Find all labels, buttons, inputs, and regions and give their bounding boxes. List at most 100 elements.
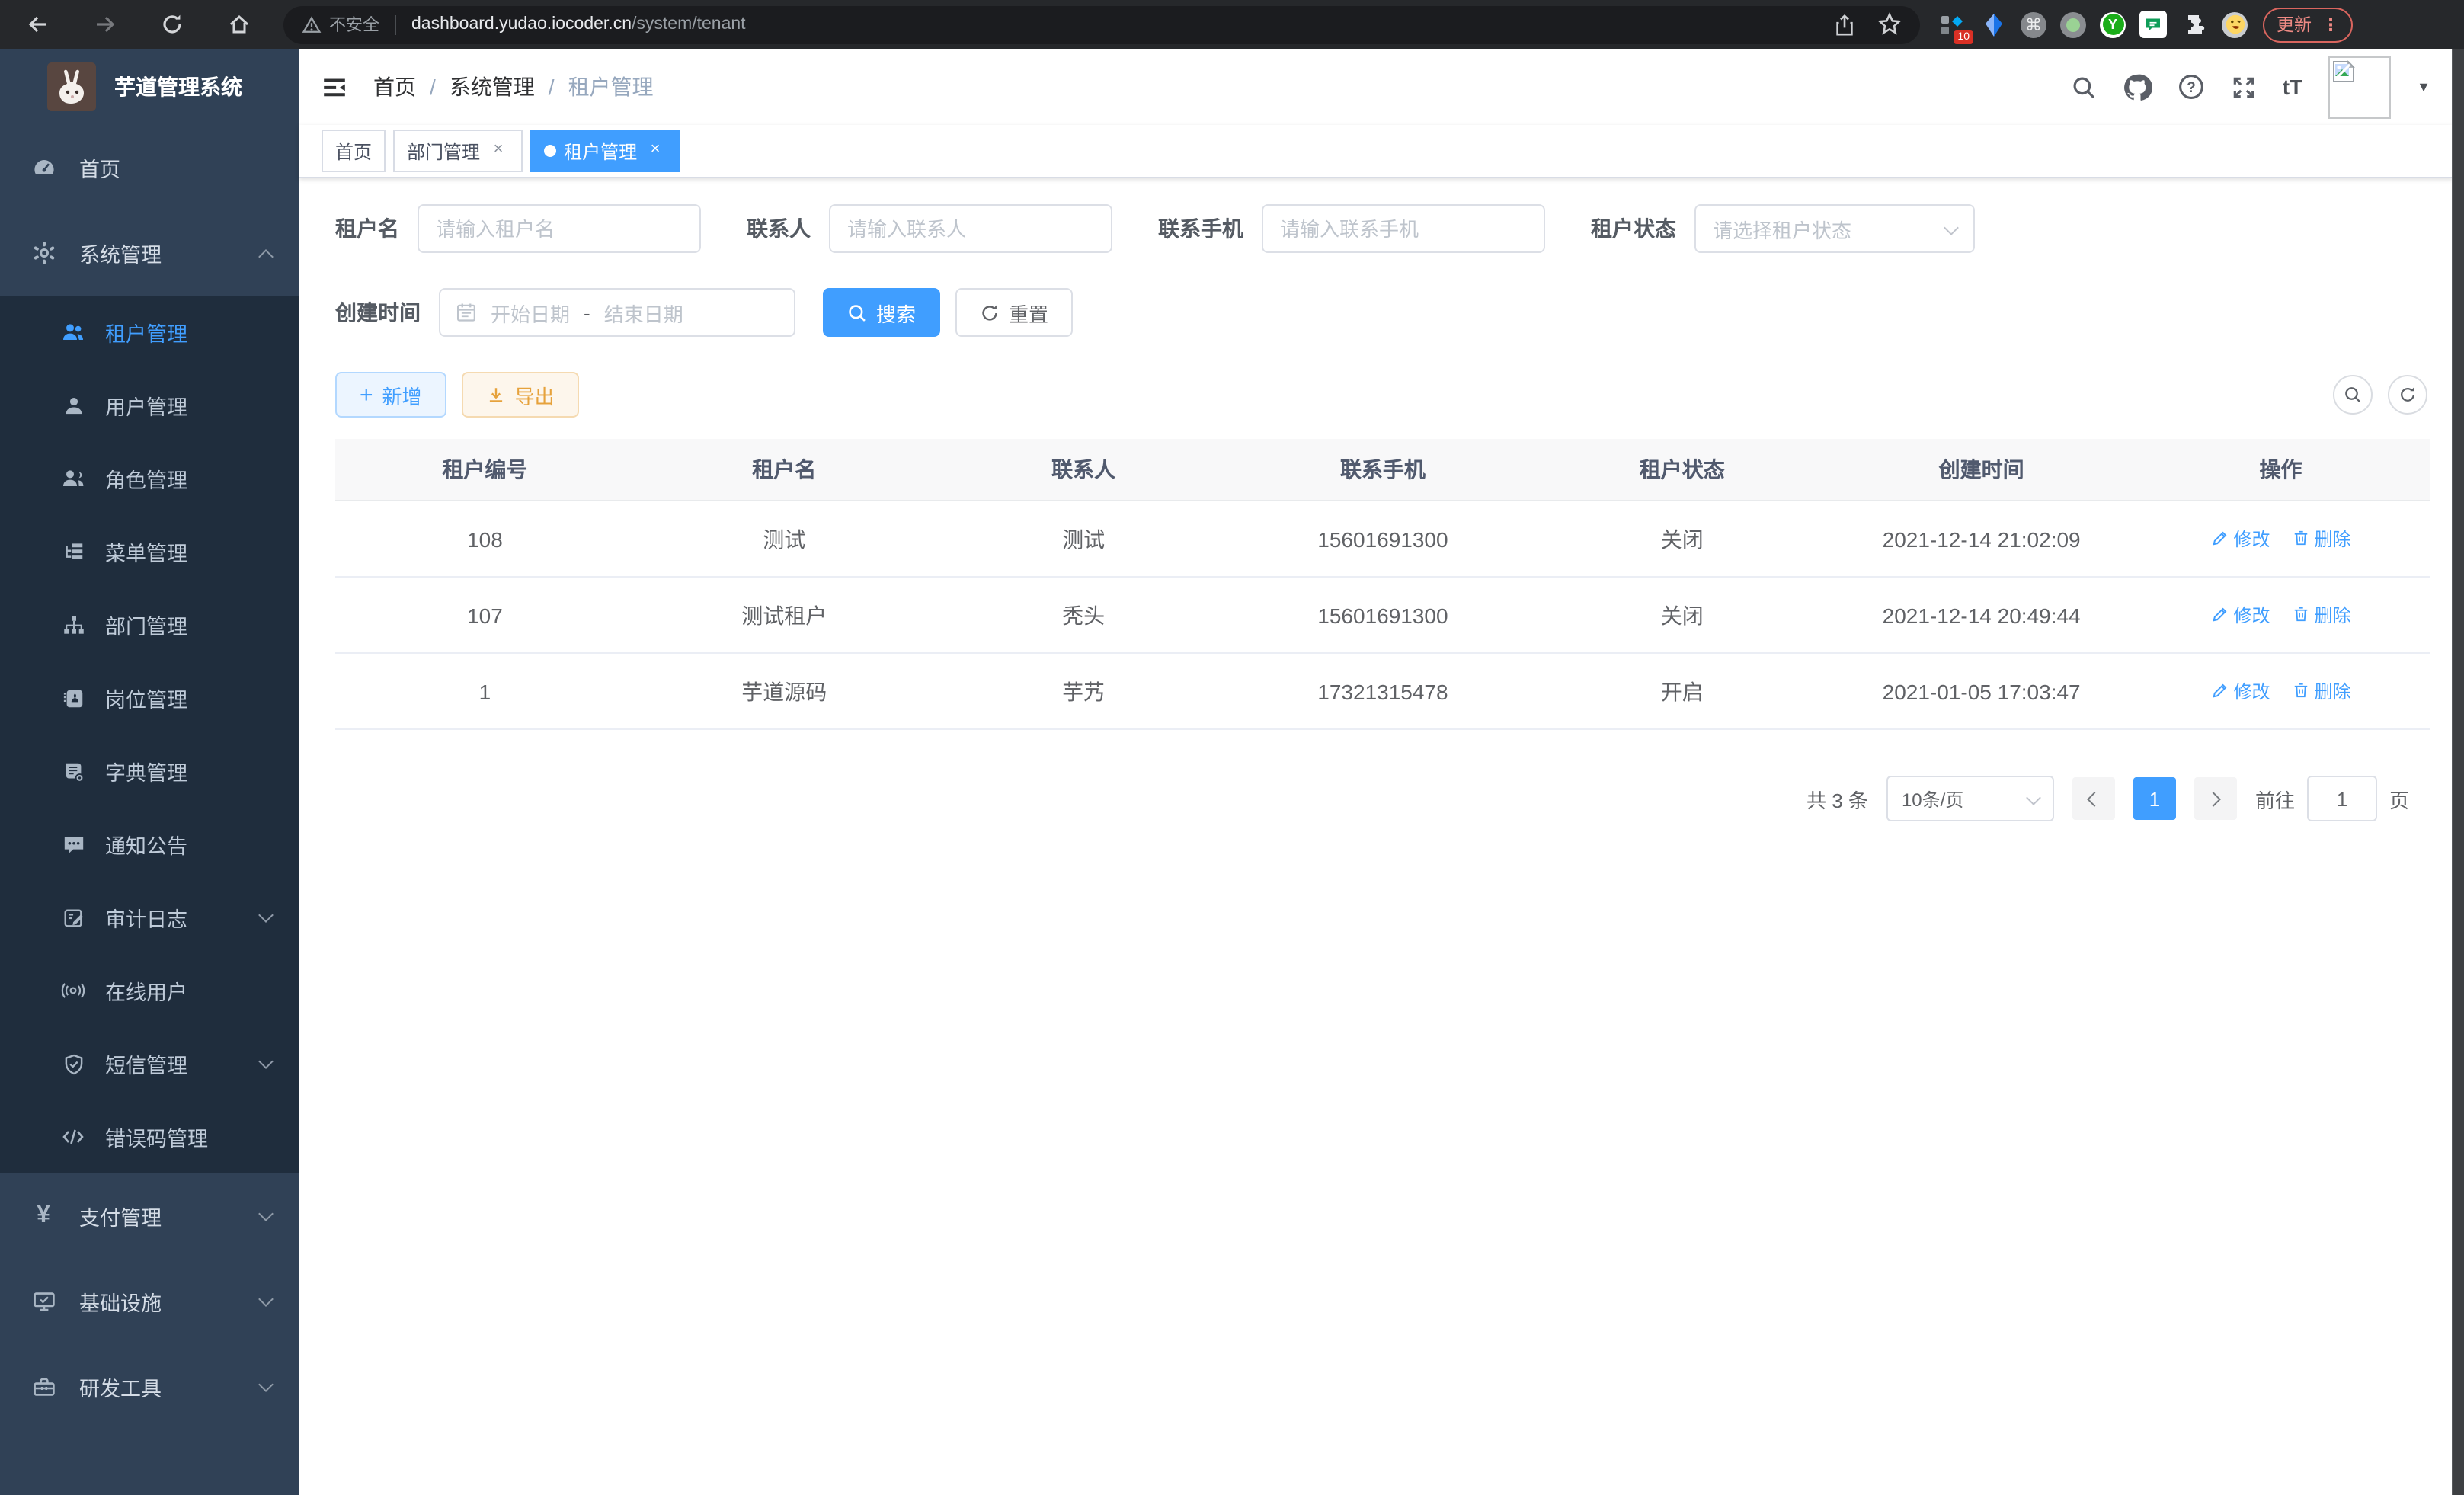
sidebar-item-menu[interactable]: 菜单管理 [0, 515, 299, 588]
browser-forward-icon[interactable] [82, 5, 128, 44]
browser-menu-kebab-icon[interactable]: ⋮ [2322, 14, 2339, 34]
sidebar-item-online-users[interactable]: 在线用户 [0, 954, 299, 1027]
delete-link[interactable]: 删除 [2292, 602, 2351, 628]
extension-badge: 10 [1954, 30, 1973, 44]
status-select[interactable]: 请选择租户状态 [1694, 204, 1975, 253]
sidebar-item-audit-log[interactable]: 审计日志 [0, 881, 299, 954]
sidebar-item-dict[interactable]: 字典管理 [0, 735, 299, 808]
sidebar-item-tenant[interactable]: 租户管理 [0, 296, 299, 369]
app-logo-row[interactable]: 芋道管理系统 [0, 49, 299, 125]
cell-contact: 测试 [934, 501, 1234, 577]
browser-back-icon[interactable] [15, 5, 61, 44]
sidebar-item-infra[interactable]: 基础设施 [0, 1259, 299, 1344]
edit-link[interactable]: 修改 [2211, 602, 2270, 628]
font-size-icon[interactable]: tT [2283, 75, 2302, 99]
extension-kite-icon[interactable] [1979, 11, 2007, 38]
delete-link[interactable]: 删除 [2292, 526, 2351, 552]
sidebar-item-dept[interactable]: 部门管理 [0, 588, 299, 661]
col-status: 租户状态 [1532, 439, 1832, 501]
mobile-input[interactable] [1262, 204, 1545, 253]
tab-home[interactable]: 首页 [322, 130, 386, 172]
refresh-icon [980, 303, 1000, 322]
add-button[interactable]: + 新增 [335, 372, 446, 418]
edit-pencil-icon [2211, 682, 2229, 700]
edit-link[interactable]: 修改 [2211, 526, 2270, 552]
tab-label: 租户管理 [564, 138, 637, 164]
warning-triangle-icon [302, 14, 322, 34]
cell-name: 芋道源码 [635, 653, 934, 729]
date-range-picker[interactable]: 开始日期 - 结束日期 [439, 288, 795, 337]
extension-green-dot-icon[interactable] [2060, 11, 2086, 37]
browser-scrollbar[interactable] [2452, 49, 2464, 1495]
extension-chat-icon[interactable] [2139, 11, 2167, 38]
avatar-caret-icon[interactable]: ▼ [2417, 79, 2430, 94]
tenant-users-icon [61, 320, 85, 344]
contact-input[interactable] [829, 204, 1112, 253]
extensions-puzzle-icon[interactable] [2181, 11, 2208, 38]
trash-icon [2292, 530, 2310, 548]
tab-close-icon[interactable]: × [645, 140, 666, 162]
extension-command-icon[interactable]: ⌘ [2021, 11, 2046, 37]
page-size-select[interactable]: 10条/页 [1886, 776, 2054, 821]
sidebar-item-error-code[interactable]: 错误码管理 [0, 1100, 299, 1173]
sidebar-item-label: 基础设施 [79, 1286, 162, 1317]
sidebar: 芋道管理系统 首页 系统管理 租户管理 [0, 49, 299, 1495]
goto-page-input[interactable] [2307, 776, 2377, 821]
edit-link[interactable]: 修改 [2211, 678, 2270, 704]
header-search-icon[interactable] [2071, 74, 2097, 100]
browser-reload-icon[interactable] [149, 5, 195, 44]
sidebar-item-label: 短信管理 [105, 1048, 187, 1079]
sidebar-item-system[interactable]: 系统管理 [0, 210, 299, 296]
delete-link[interactable]: 删除 [2292, 678, 2351, 704]
toggle-search-icon-button[interactable] [2333, 375, 2373, 415]
reset-button[interactable]: 重置 [955, 288, 1073, 337]
help-icon[interactable]: ? [2178, 73, 2205, 101]
sidebar-item-user[interactable]: 用户管理 [0, 369, 299, 442]
page-size-value: 10条/页 [1902, 786, 2028, 812]
fullscreen-icon[interactable] [2231, 74, 2257, 100]
security-label: 不安全 [329, 12, 379, 37]
user-avatar-broken[interactable] [2328, 56, 2391, 118]
browser-home-icon[interactable] [216, 5, 262, 44]
browser-update-button[interactable]: 更新 ⋮ [2263, 7, 2353, 42]
sidebar-item-label: 通知公告 [105, 829, 187, 860]
tenant-name-input[interactable] [418, 204, 701, 253]
tab-dept[interactable]: 部门管理 × [393, 130, 523, 172]
next-page-button[interactable] [2194, 777, 2237, 820]
share-icon[interactable] [1833, 13, 1856, 36]
search-button[interactable]: 搜索 [823, 288, 940, 337]
extension-squares-icon[interactable]: 10 [1938, 11, 1966, 38]
tab-tenant-active[interactable]: 租户管理 × [530, 130, 680, 172]
export-button[interactable]: 导出 [462, 372, 579, 418]
extension-y-icon[interactable]: Y [2100, 11, 2126, 37]
sidebar-item-post[interactable]: 岗位管理 [0, 661, 299, 735]
prev-page-button[interactable] [2072, 777, 2115, 820]
sidebar-item-sms[interactable]: 短信管理 [0, 1027, 299, 1100]
sidebar-item-home[interactable]: 首页 [0, 125, 299, 210]
tab-close-icon[interactable]: × [488, 140, 509, 162]
breadcrumb-system[interactable]: 系统管理 [450, 72, 535, 102]
tenant-name-label: 租户名 [335, 213, 399, 244]
tree-menu-icon [61, 540, 85, 563]
profile-avatar-emoji[interactable] [2222, 11, 2248, 37]
message-bubble-icon [61, 833, 85, 856]
address-bar[interactable]: 不安全 dashboard.yudao.iocoder.cn/system/te… [283, 5, 1920, 43]
cell-contact: 芋艿 [934, 653, 1234, 729]
table-header-row: 租户编号 租户名 联系人 联系手机 租户状态 创建时间 操作 [335, 439, 2430, 501]
extensions-row: 10 ⌘ Y [1938, 11, 2248, 38]
page-1-button[interactable]: 1 [2133, 777, 2176, 820]
bookmark-star-icon[interactable] [1877, 12, 1902, 37]
security-warning[interactable]: 不安全 [302, 12, 379, 37]
sidebar-item-devtools[interactable]: 研发工具 [0, 1344, 299, 1429]
github-icon[interactable] [2123, 72, 2152, 101]
sidebar-item-pay[interactable]: ¥ 支付管理 [0, 1173, 299, 1259]
refresh-table-icon-button[interactable] [2388, 375, 2427, 415]
chevron-down-icon [1944, 219, 1959, 235]
cell-status: 开启 [1532, 653, 1832, 729]
breadcrumb-home[interactable]: 首页 [373, 72, 416, 102]
active-tab-dot [544, 145, 556, 157]
sidebar-collapse-icon[interactable] [322, 74, 347, 100]
sidebar-item-notice[interactable]: 通知公告 [0, 808, 299, 881]
cell-created: 2021-12-14 20:49:44 [1832, 577, 2131, 653]
sidebar-item-role[interactable]: 角色管理 [0, 442, 299, 515]
